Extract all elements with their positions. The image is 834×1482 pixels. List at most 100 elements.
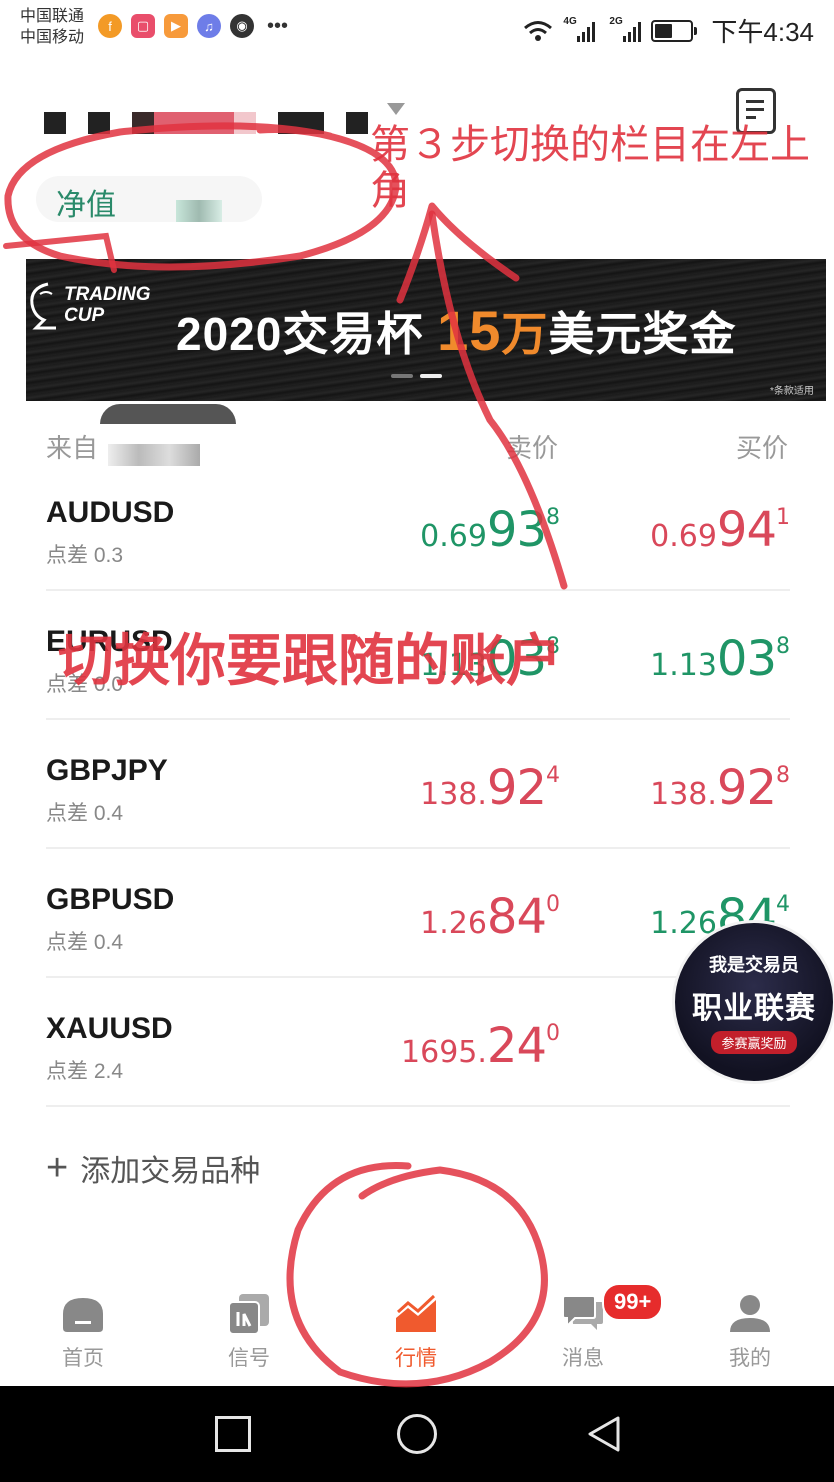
video-app-icon: ▶: [164, 14, 188, 38]
message-icon: [562, 1295, 603, 1330]
price-part-c: 4: [546, 763, 560, 788]
network-type-2: 2G: [609, 15, 623, 27]
price-part-a: 1695.: [401, 1035, 487, 1070]
nav-item-signal[interactable]: 信号: [189, 1292, 309, 1372]
column-header-from: 来自: [46, 433, 99, 463]
price-part-c: 0: [546, 892, 560, 917]
account-name-redacted[interactable]: [44, 112, 368, 134]
annotation-switch-account-note: 切换你要跟随的账户: [58, 629, 562, 692]
banner-headline: 2020交易杯 15万美元奖金: [176, 298, 736, 364]
app-notification-icon: f: [98, 14, 122, 38]
quote-buy-price[interactable]: 0.69941: [650, 502, 790, 558]
nav-label-profile: 我的: [729, 1347, 771, 1370]
price-part-c: 8: [776, 634, 790, 659]
carrier-1: 中国联通: [20, 8, 85, 25]
quote-buy-price[interactable]: 1.13038: [650, 631, 790, 687]
market-chart-icon: [396, 1294, 436, 1332]
price-part-c: 1: [776, 505, 790, 530]
clock: 下午4:34: [711, 17, 814, 47]
home-button[interactable]: [397, 1414, 437, 1454]
price-part-b: 94: [716, 502, 777, 558]
wifi-icon: [524, 20, 553, 41]
net-value-redacted: [176, 200, 222, 222]
signal-2g-icon: 2G: [609, 16, 642, 42]
league-promo-badge[interactable]: 我是交易员 职业联赛 参赛赢奖励: [672, 920, 834, 1084]
system-indicators: 4G 2G 下午4:34: [523, 12, 814, 49]
quote-symbol: GBPJPY: [46, 754, 168, 787]
price-part-b: 93: [486, 502, 547, 558]
quote-spread: 点差 0.4: [46, 802, 124, 825]
plus-icon: +: [46, 1147, 69, 1189]
annotation-step3-note: 第３步切换的栏目在左上角: [370, 123, 810, 213]
profile-icon: [730, 1295, 770, 1332]
add-instrument-label: 添加交易品种: [80, 1155, 261, 1188]
price-part-b: 92: [716, 760, 777, 816]
price-part-c: 0: [546, 1021, 560, 1046]
column-header-sell: 卖价: [506, 433, 559, 463]
carousel-dot-active[interactable]: [420, 374, 442, 378]
music-app-icon: ♫: [197, 14, 221, 38]
list-tab-indicator: [100, 404, 236, 424]
quote-spread: 点差 0.3: [46, 544, 124, 567]
net-value-label: 净值: [56, 189, 116, 222]
price-part-a: 138.: [650, 777, 717, 812]
signal-icon: [228, 1294, 269, 1335]
notification-icons: f ▢ ▶ ♫ ◉ •••: [98, 14, 288, 38]
price-part-c: 8: [546, 505, 560, 530]
banner-footnote: *条款适用: [770, 386, 814, 397]
carrier-names: 中国联通 中国移动: [20, 6, 84, 48]
quote-sell-price[interactable]: 1695.240: [401, 1018, 560, 1074]
back-button[interactable]: [586, 1415, 622, 1453]
quote-spread: 点差 2.4: [46, 1060, 124, 1083]
quote-symbol: GBPUSD: [46, 883, 175, 916]
nav-item-profile[interactable]: 我的: [690, 1292, 810, 1372]
price-part-a: 0.69: [420, 519, 487, 554]
price-part-b: 03: [716, 631, 777, 687]
nav-label-signal: 信号: [228, 1347, 270, 1370]
recent-apps-button[interactable]: [215, 1416, 251, 1452]
quote-symbol: AUDUSD: [46, 496, 175, 529]
add-instrument-button[interactable]: + 添加交易品种: [46, 1146, 260, 1190]
quote-buy-price[interactable]: 138.928: [650, 760, 790, 816]
promo-line-3: 参赛赢奖励: [711, 1030, 797, 1054]
home-icon: [63, 1298, 103, 1332]
column-header-buy: 买价: [736, 433, 789, 463]
price-part-b: 24: [486, 1018, 547, 1074]
quote-sell-price[interactable]: 1.26840: [420, 889, 560, 945]
nav-label-home: 首页: [62, 1347, 104, 1370]
signal-4g-icon: 4G: [563, 16, 596, 42]
nav-item-home[interactable]: 首页: [23, 1292, 143, 1372]
banner-headline-number: 15: [437, 299, 502, 362]
app-notification-icon: ▢: [131, 14, 155, 38]
quote-sell-price[interactable]: 138.924: [420, 760, 560, 816]
price-part-a: 0.69: [650, 519, 717, 554]
battery-icon: [651, 19, 698, 42]
app-notification-icon: ◉: [230, 14, 254, 38]
price-part-a: 1.13: [650, 648, 717, 683]
carrier-2: 中国移动: [20, 29, 85, 46]
message-count-badge: 99+: [602, 1283, 664, 1321]
price-part-b: 92: [486, 760, 547, 816]
quote-symbol: XAUUSD: [46, 1012, 173, 1045]
nav-label-messages: 消息: [562, 1347, 604, 1370]
quote-sell-price[interactable]: 0.69938: [420, 502, 560, 558]
nav-item-market[interactable]: 行情: [356, 1292, 476, 1372]
price-part-c: 8: [776, 763, 790, 788]
banner-headline-unit: 万: [501, 308, 549, 360]
price-part-b: 84: [486, 889, 547, 945]
carousel-dot[interactable]: [391, 374, 413, 378]
row-divider: [46, 1105, 790, 1107]
banner-headline-pre: 2020交易杯: [176, 308, 424, 360]
price-part-c: 4: [776, 892, 790, 917]
nav-label-market: 行情: [395, 1347, 437, 1370]
quote-spread: 点差 0.4: [46, 931, 124, 954]
banner-headline-post: 美元奖金: [548, 308, 737, 360]
more-notifications-icon: •••: [267, 14, 289, 37]
trophy-icon: [30, 282, 56, 330]
price-part-a: 1.26: [420, 906, 487, 941]
price-part-a: 138.: [420, 777, 487, 812]
promo-line-2: 职业联赛: [692, 991, 816, 1025]
promo-line-1: 我是交易员: [709, 954, 799, 975]
network-type-1: 4G: [563, 15, 577, 27]
account-dropdown-caret-icon[interactable]: [387, 103, 405, 115]
